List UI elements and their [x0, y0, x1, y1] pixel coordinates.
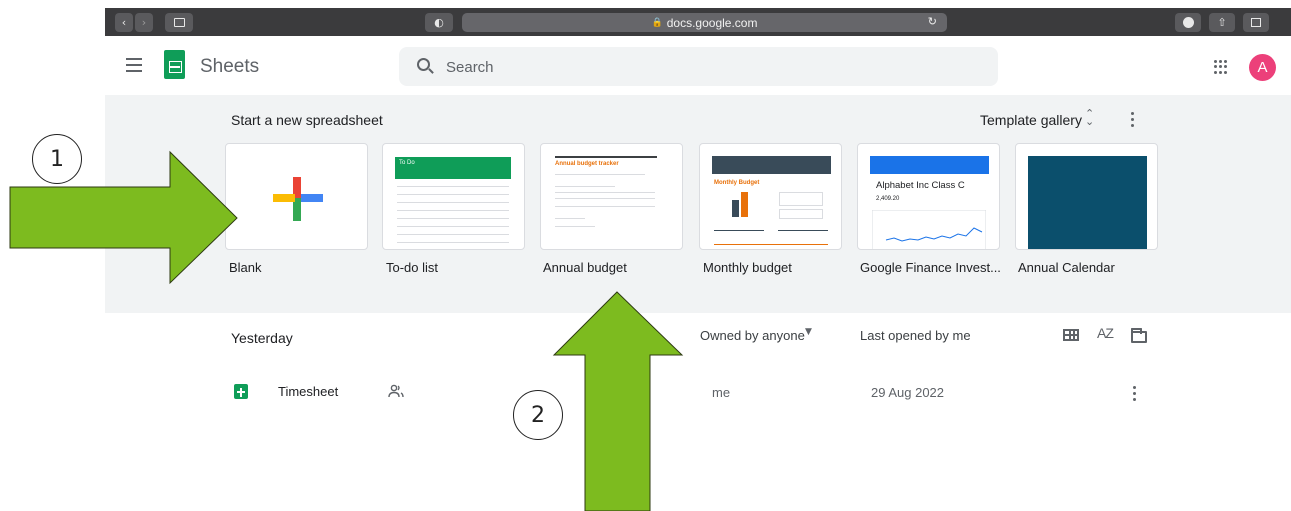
annotation-marker-1: 1 [32, 134, 82, 184]
annotation-marker-2: 2 [513, 390, 563, 440]
annotation-arrows [9, 150, 684, 511]
screenshot: ‹ › ◐ 🔒 docs.google.com ↻ ⇧ Sheets Searc… [0, 0, 1291, 511]
annotation-arrow-up [552, 291, 684, 511]
